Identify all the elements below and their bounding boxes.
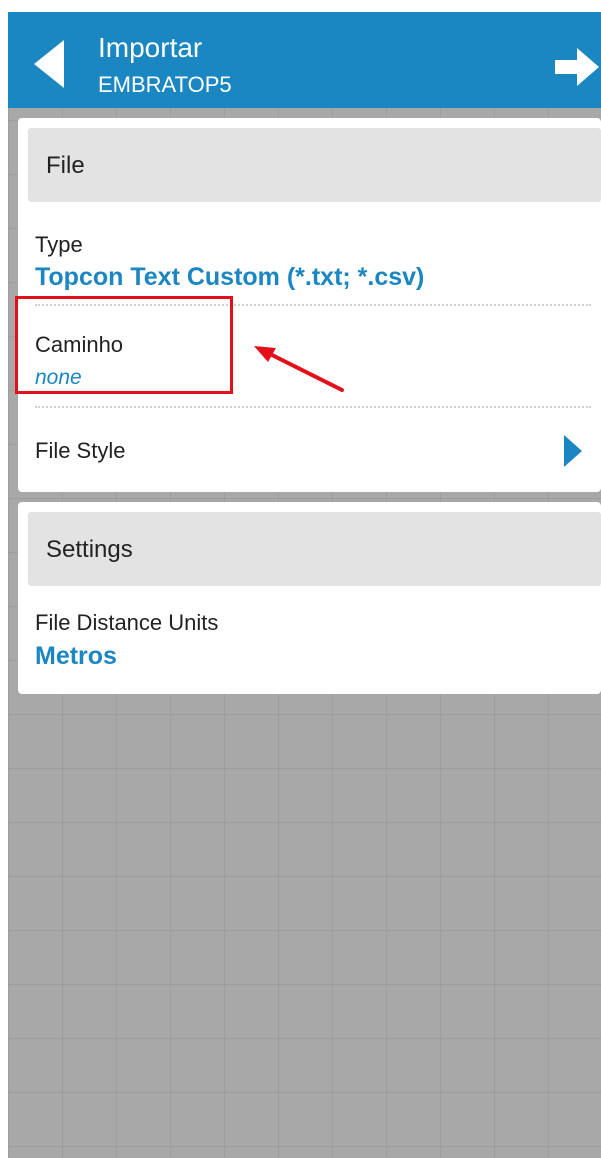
type-row[interactable]: Type Topcon Text Custom (*.txt; *.csv) xyxy=(18,212,601,304)
arrow-right-icon xyxy=(555,48,599,86)
settings-card: Settings File Distance Units Metros xyxy=(18,502,601,694)
page-title: Importar xyxy=(98,32,203,63)
file-style-row[interactable]: File Style xyxy=(18,408,601,492)
triangle-left-icon xyxy=(34,40,64,88)
distance-units-row[interactable]: File Distance Units Metros xyxy=(18,596,601,690)
file-section-title: File xyxy=(46,152,85,179)
chevron-right-icon xyxy=(564,435,582,467)
annotation-arrow-icon xyxy=(254,346,344,392)
type-value: Topcon Text Custom (*.txt; *.csv) xyxy=(35,263,425,291)
annotation-highlight-box xyxy=(15,296,233,394)
settings-section-header: Settings xyxy=(28,512,601,586)
distance-units-value: Metros xyxy=(35,642,117,670)
next-button[interactable] xyxy=(553,48,601,86)
back-button[interactable] xyxy=(30,38,70,90)
file-style-label: File Style xyxy=(35,438,126,463)
app-screen: Importar EMBRATOP5 File Type Topcon Text… xyxy=(8,12,601,1158)
page-subtitle: EMBRATOP5 xyxy=(98,72,232,97)
file-section-header: File xyxy=(28,128,601,202)
distance-units-label: File Distance Units xyxy=(35,610,219,635)
type-label: Type xyxy=(35,232,83,257)
settings-section-title: Settings xyxy=(46,536,133,563)
top-app-bar: Importar EMBRATOP5 xyxy=(8,12,601,108)
